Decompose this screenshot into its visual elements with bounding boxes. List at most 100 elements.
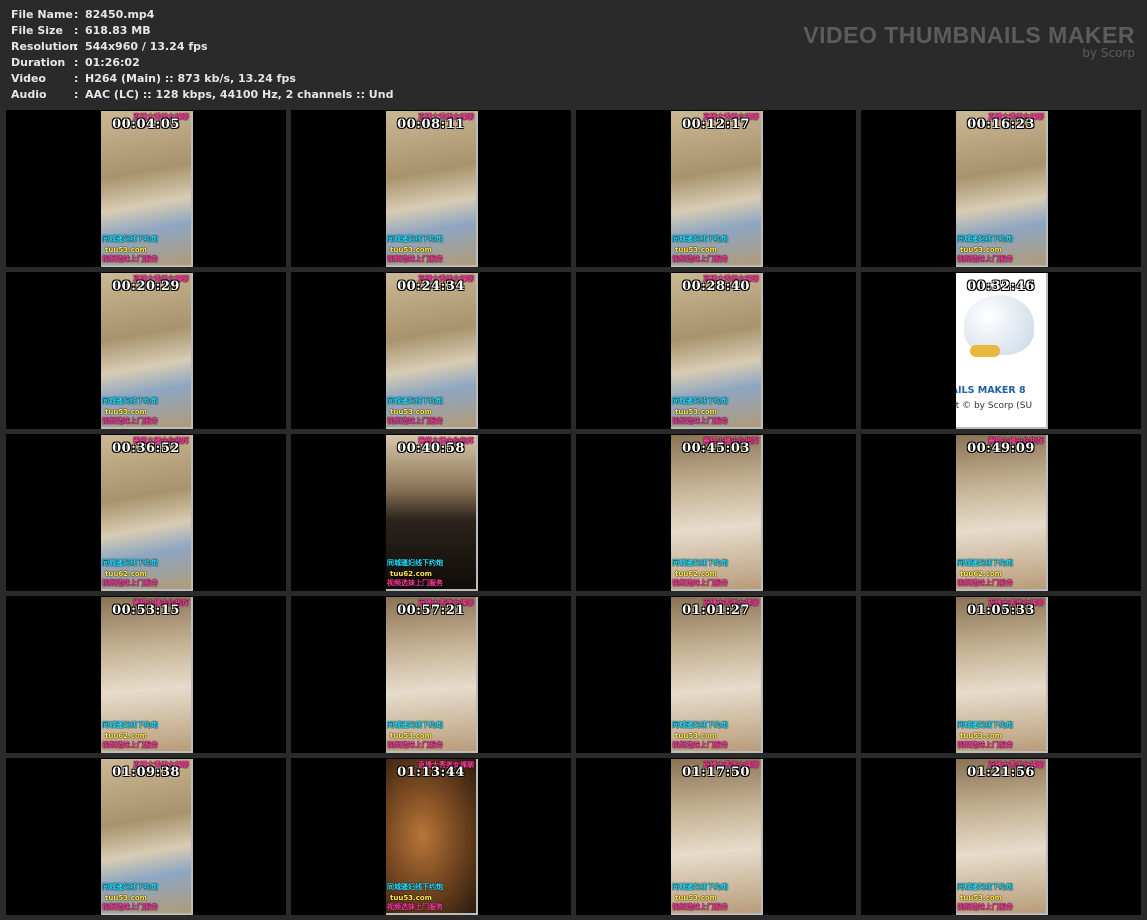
thumbnail-frame: 直播大秀美女裸聊 同城骚妇线下约炮 tuu53.com 视频选妹上门服务 01:09:3… [101,759,193,915]
overlay-caption: 同城骚妇线下约炮 [387,235,443,243]
thumbnail-cell[interactable]: 直播大秀美女裸聊 同城骚妇线下约炮 tuu53.com 视频选妹上门服务 01:13:4… [291,758,571,915]
timestamp: 01:17:50 [682,765,750,780]
overlay-caption: 视频选妹上门服务 [387,417,443,425]
thumbnail-cell[interactable]: 直播大秀美女裸聊 同城骚妇线下约炮 tuu53.com 视频选妹上门服务 01:21:5… [861,758,1141,915]
overlay-caption: 同城骚妇线下约炮 [102,397,158,405]
info-row: Resolution:544x960 / 13.24 fps [11,39,393,55]
timestamp: 00:49:09 [967,441,1035,456]
overlay-caption: 同城骚妇线下约炮 [387,721,443,729]
thumbnail-frame: 直播大秀美女裸聊 同城骚妇线下约炮 tuu53.com 视频选妹上门服务 01:05:3… [956,597,1048,753]
thumbnail-frame: 直播大秀美女裸聊 同城骚妇线下约炮 tuu53.com 视频选妹上门服务 00:28:4… [671,273,763,429]
overlay-caption: 视频选妹上门服务 [387,579,443,587]
info-row: File Name:82450.mp4 [11,7,393,23]
thumbnail-cell[interactable]: 直播大秀美女裸聊 同城骚妇线下约炮 tuu53.com 视频选妹上门服务 00:20:2… [6,272,286,429]
overlay-caption: 视频选妹上门服务 [672,255,728,263]
info-separator: : [74,56,79,69]
overlay-caption: 视频选妹上门服务 [672,741,728,749]
brand-watermark: VIDEO THUMBNAILS MAKER by Scorp [803,22,1135,60]
overlay-caption: 同城骚妇线下约炮 [102,721,158,729]
timestamp: 00:16:23 [967,117,1035,132]
overlay-caption: 视频选妹上门服务 [387,741,443,749]
thumbnail-cell[interactable]: 需模主播由你指挥 同城骚妇线下约炮 tuu62.com 视频选妹上门服务 00:40:5… [291,434,571,591]
overlay-caption: 同城骚妇线下约炮 [672,721,728,729]
info-row: Audio: AAC (LC) :: 128 kbps, 44100 Hz, 2 … [11,87,393,103]
overlay-caption: 视频选妹上门服务 [957,741,1013,749]
overlay-caption: 视频选妹上门服务 [957,255,1013,263]
thumbnail-cell[interactable]: 直播大秀美女裸聊 同城骚妇线下约炮 tuu53.com 视频选妹上门服务 00:16:2… [861,110,1141,267]
logo-title: MBNAILS MAKER 8 [956,385,1026,396]
overlay-site: tuu62.com [105,732,147,740]
timestamp: 01:13:44 [397,765,465,780]
thumbnail-cell[interactable]: 需模主播由你指挥 同城骚妇线下约炮 tuu62.com 视频选妹上门服务 00:49:0… [861,434,1141,591]
thumbnail-cell[interactable]: 需模主播由你指挥 同城骚妇线下约炮 tuu62.com 视频选妹上门服务 00:53:1… [6,596,286,753]
thumbnail-cell[interactable]: 直播大秀美女裸聊 同城骚妇线下约炮 tuu53.com 视频选妹上门服务 00:08:1… [291,110,571,267]
thumbnail-cell[interactable]: MBNAILS MAKER 8 nt © by Scorp (SU 00:32:46 [861,272,1141,429]
thumbnail-frame: 需模主播由你指挥 同城骚妇线下约炮 tuu62.com 视频选妹上门服务 00:53:1… [101,597,193,753]
overlay-caption: 视频选妹上门服务 [957,579,1013,587]
overlay-caption: 同城骚妇线下约炮 [102,235,158,243]
overlay-site: tuu53.com [960,246,1002,254]
thumbnail-cell[interactable]: 直播大秀美女裸聊 同城骚妇线下约炮 tuu53.com 视频选妹上门服务 00:28:4… [576,272,856,429]
overlay-caption: 视频选妹上门服务 [672,417,728,425]
thumbnail-cell[interactable]: 直播大秀美女裸聊 同城骚妇线下约炮 tuu53.com 视频选妹上门服务 00:57:2… [291,596,571,753]
overlay-caption: 视频选妹上门服务 [102,903,158,911]
timestamp: 00:40:58 [397,441,465,456]
overlay-caption: 同城骚妇线下约炮 [672,559,728,567]
thumbnail-grid: 直播大秀美女裸聊 同城骚妇线下约炮 tuu53.com 视频选妹上门服务 00:04:0… [6,110,1141,915]
overlay-caption: 视频选妹上门服务 [102,741,158,749]
overlay-site: tuu53.com [105,894,147,902]
overlay-caption: 同城骚妇线下约炮 [672,235,728,243]
thumbnail-cell[interactable]: 直播大秀美女裸聊 同城骚妇线下约炮 tuu53.com 视频选妹上门服务 01:05:3… [861,596,1141,753]
timestamp: 00:12:17 [682,117,750,132]
thumbnail-cell[interactable]: 直播大秀美女裸聊 同城骚妇线下约炮 tuu53.com 视频选妹上门服务 00:12:1… [576,110,856,267]
info-separator: : [74,72,79,85]
overlay-caption: 视频选妹上门服务 [102,255,158,263]
timestamp: 00:08:11 [397,117,465,132]
thumbnail-frame: 需模主播由你指挥 同城骚妇线下约炮 tuu62.com 视频选妹上门服务 00:36:5… [101,435,193,591]
timestamp: 01:01:27 [682,603,750,618]
overlay-caption: 视频选妹上门服务 [672,579,728,587]
thumbnail-frame: 直播大秀美女裸聊 同城骚妇线下约炮 tuu53.com 视频选妹上门服务 00:24:3… [386,273,478,429]
timestamp: 01:05:33 [967,603,1035,618]
overlay-caption: 视频选妹上门服务 [387,903,443,911]
info-value: H264 (Main) :: 873 kb/s, 13.24 fps [85,72,296,85]
thumbnail-cell[interactable]: 需模主播由你指挥 同城骚妇线下约炮 tuu62.com 视频选妹上门服务 00:45:0… [576,434,856,591]
thumbnail-cell[interactable]: 直播大秀美女裸聊 同城骚妇线下约炮 tuu53.com 视频选妹上门服务 00:04:0… [6,110,286,267]
thumbnail-frame: 直播大秀美女裸聊 同城骚妇线下约炮 tuu53.com 视频选妹上门服务 01:17:5… [671,759,763,915]
overlay-caption: 同城骚妇线下约炮 [387,397,443,405]
file-info-panel: File Name:82450.mp4 File Size:618.83 MB Re… [11,7,393,103]
overlay-caption: 视频选妹上门服务 [102,579,158,587]
overlay-caption: 同城骚妇线下约炮 [957,235,1013,243]
thumbnail-cell[interactable]: 直播大秀美女裸聊 同城骚妇线下约炮 tuu53.com 视频选妹上门服务 00:24:3… [291,272,571,429]
info-label: File Name [11,8,73,21]
overlay-site: tuu53.com [675,246,717,254]
info-value: 01:26:02 [85,56,140,69]
thumbnail-cell[interactable]: 直播大秀美女裸聊 同城骚妇线下约炮 tuu53.com 视频选妹上门服务 01:01:2… [576,596,856,753]
overlay-caption: 同城骚妇线下约炮 [957,721,1013,729]
timestamp: 00:53:15 [112,603,180,618]
thumbnail-cell[interactable]: 需模主播由你指挥 同城骚妇线下约炮 tuu62.com 视频选妹上门服务 00:36:5… [6,434,286,591]
info-row: File Size:618.83 MB [11,23,393,39]
info-separator: : [74,8,79,21]
thumbnail-cell[interactable]: 直播大秀美女裸聊 同城骚妇线下约炮 tuu53.com 视频选妹上门服务 01:17:5… [576,758,856,915]
timestamp: 00:20:29 [112,279,180,294]
overlay-caption: 视频选妹上门服务 [672,903,728,911]
overlay-site: tuu62.com [105,570,147,578]
overlay-site: tuu53.com [960,732,1002,740]
info-label: Duration [11,56,66,69]
info-value: 82450.mp4 [85,8,155,21]
timestamp: 00:24:34 [397,279,465,294]
overlay-site: tuu62.com [675,570,717,578]
timestamp: 00:57:21 [397,603,465,618]
timestamp: 00:28:40 [682,279,750,294]
info-separator: : [74,88,79,101]
timestamp: 01:09:38 [112,765,180,780]
overlay-site: tuu53.com [675,408,717,416]
timestamp: 00:45:03 [682,441,750,456]
thumbnail-cell[interactable]: 直播大秀美女裸聊 同城骚妇线下约炮 tuu53.com 视频选妹上门服务 01:09:3… [6,758,286,915]
timestamp: 01:21:56 [967,765,1035,780]
thumbnail-frame: 需模主播由你指挥 同城骚妇线下约炮 tuu62.com 视频选妹上门服务 00:45:0… [671,435,763,591]
info-value: 618.83 MB [85,24,151,37]
thumbnail-frame: 需模主播由你指挥 同城骚妇线下约炮 tuu62.com 视频选妹上门服务 00:49:0… [956,435,1048,591]
scroll-icon [970,345,1000,357]
